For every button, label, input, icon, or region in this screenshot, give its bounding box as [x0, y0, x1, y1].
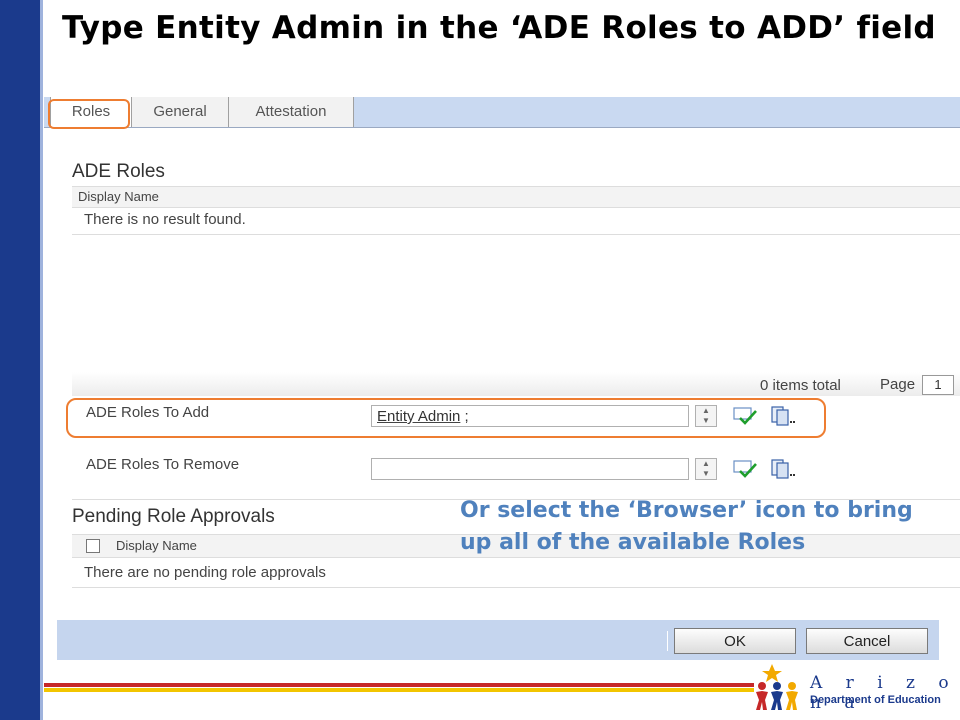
tab-strip: Roles General Attestation: [44, 97, 960, 129]
select-all-checkbox[interactable]: [86, 539, 100, 553]
ade-roles-empty-text: There is no result found.: [84, 211, 246, 228]
roles-to-remove-scroll[interactable]: ▲ ▼: [695, 458, 717, 480]
ok-button[interactable]: OK: [674, 628, 796, 654]
slide-title: Type Entity Admin in the ‘ADE Roles to A…: [62, 10, 936, 46]
left-accent-stripe: [40, 0, 43, 720]
items-total: 0 items total: [760, 377, 841, 394]
cancel-button[interactable]: Cancel: [806, 628, 928, 654]
footer-yellow-stripe: [44, 688, 754, 692]
ade-roles-heading: ADE Roles: [72, 161, 165, 182]
grid-divider: [72, 234, 960, 235]
left-accent-bar: [0, 0, 40, 720]
logo-department: Department of Education: [810, 694, 941, 706]
tab-attestation[interactable]: Attestation: [228, 97, 354, 127]
browse-icon[interactable]: [770, 458, 796, 480]
footer-separator: [667, 631, 668, 651]
screenshot-panel: Roles General Attestation ADE Roles Disp…: [44, 97, 960, 662]
footer-red-stripe: [44, 683, 754, 687]
tab-general[interactable]: General: [131, 97, 229, 127]
browser-icon-annotation: Or select the ‘Browser’ icon to bring up…: [460, 498, 913, 555]
roles-to-remove-input[interactable]: [371, 458, 689, 480]
page-number-input[interactable]: 1: [922, 375, 954, 395]
pending-empty-text: There are no pending role approvals: [84, 564, 326, 581]
logo-state-name: A r i z o n a: [810, 673, 958, 713]
pending-divider: [72, 587, 960, 588]
roles-tab-highlight: [48, 99, 130, 129]
roles-to-remove-label: ADE Roles To Remove: [86, 456, 240, 473]
display-name-column[interactable]: Display Name: [72, 189, 159, 204]
ade-roles-grid-header: Display Name: [72, 186, 960, 208]
pending-approvals-heading: Pending Role Approvals: [72, 506, 275, 527]
roles-to-add-highlight: [66, 398, 826, 438]
page-label: Page: [880, 376, 916, 393]
check-names-icon[interactable]: [732, 458, 758, 480]
